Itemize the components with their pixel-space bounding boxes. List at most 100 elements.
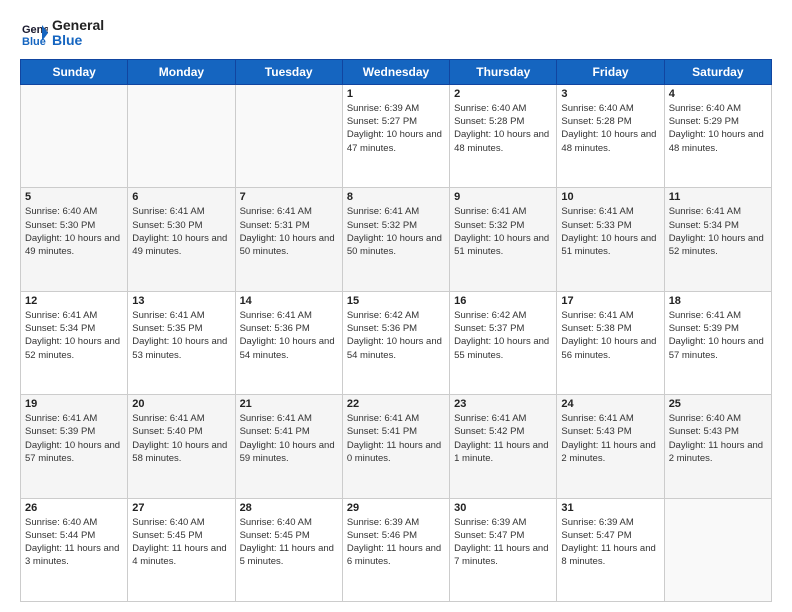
day-number: 4 [669, 88, 767, 100]
calendar-cell: 1 Sunrise: 6:39 AM Sunset: 5:27 PM Daylig… [342, 84, 449, 187]
calendar-table: SundayMondayTuesdayWednesdayThursdayFrid… [20, 59, 772, 602]
calendar-cell: 14 Sunrise: 6:41 AM Sunset: 5:36 PM Dayli… [235, 291, 342, 394]
day-info: Sunrise: 6:41 AM Sunset: 5:41 PM Dayligh… [240, 412, 338, 465]
calendar-cell [664, 498, 771, 601]
day-info: Sunrise: 6:41 AM Sunset: 5:34 PM Dayligh… [669, 205, 767, 258]
calendar-week-3: 12 Sunrise: 6:41 AM Sunset: 5:34 PM Dayli… [21, 291, 772, 394]
day-number: 10 [561, 191, 659, 203]
calendar-cell: 3Sunrise: 6:40 AM Sunset: 5:28 PM Daylig… [557, 84, 664, 187]
calendar-cell: 12 Sunrise: 6:41 AM Sunset: 5:34 PM Dayli… [21, 291, 128, 394]
day-info: Sunrise: 6:41 AM Sunset: 5:43 PM Dayligh… [561, 412, 659, 465]
day-info: Sunrise: 6:41 AM Sunset: 5:30 PM Dayligh… [132, 205, 230, 258]
day-number: 7 [240, 191, 338, 203]
calendar-cell: 18Sunrise: 6:41 AM Sunset: 5:39 PM Dayli… [664, 291, 771, 394]
day-info: Sunrise: 6:41 AM Sunset: 5:36 PM Dayligh… [240, 309, 338, 362]
page: General Blue General Blue SundayMondayTu… [0, 0, 792, 612]
calendar-header-friday: Friday [557, 59, 664, 84]
day-number: 30 [454, 502, 552, 514]
calendar-week-1: 1 Sunrise: 6:39 AM Sunset: 5:27 PM Daylig… [21, 84, 772, 187]
day-info: Sunrise: 6:42 AM Sunset: 5:36 PM Dayligh… [347, 309, 445, 362]
calendar-week-5: 26 Sunrise: 6:40 AM Sunset: 5:44 PM Dayli… [21, 498, 772, 601]
calendar-header-monday: Monday [128, 59, 235, 84]
day-number: 17 [561, 295, 659, 307]
calendar-cell: 29 Sunrise: 6:39 AM Sunset: 5:46 PM Dayli… [342, 498, 449, 601]
day-info: Sunrise: 6:40 AM Sunset: 5:29 PM Dayligh… [669, 102, 767, 155]
calendar-cell: 23 Sunrise: 6:41 AM Sunset: 5:42 PM Dayli… [450, 395, 557, 498]
day-info: Sunrise: 6:41 AM Sunset: 5:40 PM Dayligh… [132, 412, 230, 465]
calendar-week-2: 5 Sunrise: 6:40 AM Sunset: 5:30 PM Daylig… [21, 188, 772, 291]
day-number: 5 [25, 191, 123, 203]
calendar-cell: 2 Sunrise: 6:40 AM Sunset: 5:28 PM Daylig… [450, 84, 557, 187]
day-number: 20 [132, 398, 230, 410]
day-info: Sunrise: 6:41 AM Sunset: 5:31 PM Dayligh… [240, 205, 338, 258]
calendar-header-sunday: Sunday [21, 59, 128, 84]
day-number: 25 [669, 398, 767, 410]
day-info: Sunrise: 6:41 AM Sunset: 5:35 PM Dayligh… [132, 309, 230, 362]
calendar-cell [235, 84, 342, 187]
day-number: 15 [347, 295, 445, 307]
header: General Blue General Blue [20, 18, 772, 49]
day-info: Sunrise: 6:40 AM Sunset: 5:28 PM Dayligh… [454, 102, 552, 155]
day-info: Sunrise: 6:41 AM Sunset: 5:42 PM Dayligh… [454, 412, 552, 465]
calendar-header-tuesday: Tuesday [235, 59, 342, 84]
calendar-cell: 28 Sunrise: 6:40 AM Sunset: 5:45 PM Dayli… [235, 498, 342, 601]
calendar-cell: 19Sunrise: 6:41 AM Sunset: 5:39 PM Dayli… [21, 395, 128, 498]
day-number: 26 [25, 502, 123, 514]
calendar-header-thursday: Thursday [450, 59, 557, 84]
calendar-cell: 30 Sunrise: 6:39 AM Sunset: 5:47 PM Dayli… [450, 498, 557, 601]
day-number: 29 [347, 502, 445, 514]
day-info: Sunrise: 6:41 AM Sunset: 5:32 PM Dayligh… [454, 205, 552, 258]
day-number: 1 [347, 88, 445, 100]
day-number: 22 [347, 398, 445, 410]
calendar-cell: 25 Sunrise: 6:40 AM Sunset: 5:43 PM Dayli… [664, 395, 771, 498]
day-info: Sunrise: 6:40 AM Sunset: 5:45 PM Dayligh… [240, 516, 338, 569]
day-number: 28 [240, 502, 338, 514]
day-number: 11 [669, 191, 767, 203]
calendar-cell: 24 Sunrise: 6:41 AM Sunset: 5:43 PM Dayli… [557, 395, 664, 498]
day-info: Sunrise: 6:39 AM Sunset: 5:47 PM Dayligh… [454, 516, 552, 569]
day-number: 23 [454, 398, 552, 410]
day-number: 19 [25, 398, 123, 410]
calendar-cell: 31Sunrise: 6:39 AM Sunset: 5:47 PM Dayli… [557, 498, 664, 601]
calendar-cell: 22 Sunrise: 6:41 AM Sunset: 5:41 PM Dayli… [342, 395, 449, 498]
calendar-header-saturday: Saturday [664, 59, 771, 84]
day-number: 21 [240, 398, 338, 410]
calendar-cell: 7 Sunrise: 6:41 AM Sunset: 5:31 PM Daylig… [235, 188, 342, 291]
calendar-cell: 13Sunrise: 6:41 AM Sunset: 5:35 PM Dayli… [128, 291, 235, 394]
day-number: 2 [454, 88, 552, 100]
calendar-cell: 4 Sunrise: 6:40 AM Sunset: 5:29 PM Daylig… [664, 84, 771, 187]
day-number: 16 [454, 295, 552, 307]
calendar-cell: 26 Sunrise: 6:40 AM Sunset: 5:44 PM Dayli… [21, 498, 128, 601]
calendar-cell: 20 Sunrise: 6:41 AM Sunset: 5:40 PM Dayli… [128, 395, 235, 498]
logo-icon: General Blue [20, 19, 48, 47]
day-number: 14 [240, 295, 338, 307]
logo-blue: Blue [52, 33, 104, 48]
day-info: Sunrise: 6:39 AM Sunset: 5:27 PM Dayligh… [347, 102, 445, 155]
day-number: 12 [25, 295, 123, 307]
calendar-cell: 17 Sunrise: 6:41 AM Sunset: 5:38 PM Dayli… [557, 291, 664, 394]
calendar-cell: 27Sunrise: 6:40 AM Sunset: 5:45 PM Dayli… [128, 498, 235, 601]
day-info: Sunrise: 6:39 AM Sunset: 5:46 PM Dayligh… [347, 516, 445, 569]
calendar-cell [128, 84, 235, 187]
day-info: Sunrise: 6:41 AM Sunset: 5:38 PM Dayligh… [561, 309, 659, 362]
day-info: Sunrise: 6:40 AM Sunset: 5:30 PM Dayligh… [25, 205, 123, 258]
day-info: Sunrise: 6:41 AM Sunset: 5:39 PM Dayligh… [669, 309, 767, 362]
day-info: Sunrise: 6:40 AM Sunset: 5:44 PM Dayligh… [25, 516, 123, 569]
calendar-header-row: SundayMondayTuesdayWednesdayThursdayFrid… [21, 59, 772, 84]
day-info: Sunrise: 6:40 AM Sunset: 5:43 PM Dayligh… [669, 412, 767, 465]
day-number: 31 [561, 502, 659, 514]
day-number: 24 [561, 398, 659, 410]
day-number: 3 [561, 88, 659, 100]
day-number: 9 [454, 191, 552, 203]
day-number: 6 [132, 191, 230, 203]
calendar-cell: 9 Sunrise: 6:41 AM Sunset: 5:32 PM Daylig… [450, 188, 557, 291]
day-info: Sunrise: 6:40 AM Sunset: 5:45 PM Dayligh… [132, 516, 230, 569]
calendar-cell [21, 84, 128, 187]
day-info: Sunrise: 6:41 AM Sunset: 5:41 PM Dayligh… [347, 412, 445, 465]
day-info: Sunrise: 6:41 AM Sunset: 5:34 PM Dayligh… [25, 309, 123, 362]
calendar-cell: 15 Sunrise: 6:42 AM Sunset: 5:36 PM Dayli… [342, 291, 449, 394]
calendar-cell: 6 Sunrise: 6:41 AM Sunset: 5:30 PM Daylig… [128, 188, 235, 291]
day-number: 8 [347, 191, 445, 203]
day-info: Sunrise: 6:42 AM Sunset: 5:37 PM Dayligh… [454, 309, 552, 362]
calendar-cell: 10Sunrise: 6:41 AM Sunset: 5:33 PM Dayli… [557, 188, 664, 291]
